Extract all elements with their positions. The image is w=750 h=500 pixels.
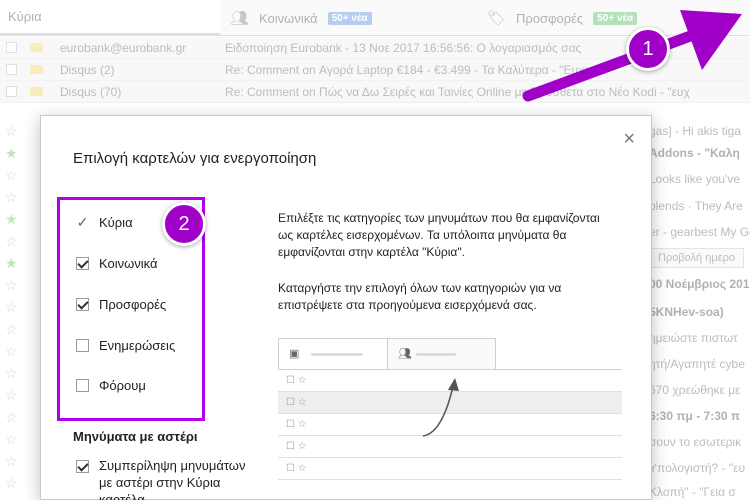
star-icon[interactable]: ☆ [5, 167, 18, 184]
row-checkbox[interactable] [6, 86, 17, 97]
star-icon[interactable]: ☆ [5, 453, 18, 470]
email-snippet: blends · They Are [649, 199, 743, 213]
tab-social[interactable]: 👥︎ Κοινωνικά 50+ νέα [230, 0, 372, 36]
close-icon[interactable]: × [623, 128, 635, 151]
tab-primary[interactable]: Κύρια [0, 0, 220, 36]
star-icon[interactable]: ☆ [5, 123, 18, 140]
email-sender: eurobank@eurobank.gr [60, 41, 187, 55]
email-snippet: ημειώστε πιστωτ [649, 331, 738, 345]
email-sender: Disqus (70) [60, 85, 122, 99]
folder-icon [30, 87, 43, 96]
star-icon[interactable]: ☆ [5, 387, 18, 404]
people-icon: 👥︎ [230, 10, 250, 27]
email-snippet: 5KNHev-soa) [649, 305, 724, 319]
email-subject: Ειδοποίηση Eurobank - 13 Νοε 2017 16:56:… [225, 41, 582, 55]
new-count-badge: 50+ νέα [327, 11, 372, 25]
email-snippet: σουν το εσωτερικ [649, 435, 742, 449]
star-icon[interactable]: ☆ [5, 321, 18, 338]
view-schedule-button[interactable]: Προβολή ημερο [645, 246, 750, 268]
email-snippet: 00 Νοέμβριος 201 [649, 277, 750, 291]
email-snippet: ητή/Αγαπητέ cybe [649, 357, 745, 371]
row-checkbox[interactable] [6, 64, 17, 75]
star-icon[interactable]: ☆ [5, 409, 18, 426]
folder-icon [30, 65, 43, 74]
email-sender: Disqus (2) [60, 63, 115, 77]
email-subject: Re: Comment on Αγορά Laptop €184 - €3.49… [225, 63, 608, 77]
email-snippet: Addons - "Καλη [649, 146, 740, 160]
dialog-title: Επιλογή καρτελών για ενεργοποίηση [73, 150, 317, 167]
star-icon[interactable]: ☆ [5, 475, 18, 492]
screenshot-root: Κύρια 👥︎ Κοινωνικά 50+ νέα 🏷︎ Προσφορές … [0, 0, 750, 500]
email-snippet: 670 χρεώθηκε με [649, 383, 741, 397]
star-icon[interactable]: ☆ [5, 431, 18, 448]
view-schedule-label: Προβολή ημερο [649, 248, 744, 268]
email-row[interactable]: Disqus (70) Re: Comment on Πώς να Δω Σει… [0, 81, 750, 103]
option-label: Συμπερίληψη μηνυμάτων με αστέρι στην Κύρ… [99, 458, 246, 500]
right-snippet-column: gas] - Hi akis tiga Addons - "Καλη Looks… [645, 115, 750, 500]
email-snippet: er - gearbest My Ge [649, 225, 750, 239]
dialog-description: Καταργήστε την επιλογή όλων των κατηγορι… [278, 281, 562, 312]
email-snippet: 6:30 πμ - 7:30 π [649, 409, 741, 423]
tag-icon: 🏷︎ [487, 10, 507, 27]
new-count-badge: 50+ νέα [593, 11, 638, 25]
add-tab-button[interactable]: + [730, 8, 739, 26]
email-snippet: Υπολογιστή? - "ευ [649, 461, 746, 475]
tab-social-label: Κοινωνικά [259, 10, 318, 26]
star-icon[interactable]: ☆ [5, 343, 18, 360]
email-subject: Re: Comment on Πώς να Δω Σειρές και Ταιν… [225, 85, 690, 99]
email-snippet: Looks like you've [649, 172, 741, 186]
star-icon[interactable]: ☆ [5, 299, 18, 316]
option-include-starred[interactable]: Συμπερίληψη μηνυμάτων με αστέρι στην Κύρ… [76, 457, 249, 500]
star-icon[interactable]: ☆ [5, 233, 18, 250]
star-column: ☆ ★ ☆ ☆ ★ ☆ ★ ☆ ☆ ☆ ☆ ☆ ☆ ☆ ☆ ☆ ☆ [0, 115, 40, 500]
include-starred-checkbox[interactable] [76, 460, 89, 473]
inbox-preview: ▣ 👥︎ ☐ ☆ ☐ ☆ ☐ ☆ ☐ ☆ ☐ ☆ [278, 338, 622, 500]
tab-promotions-label: Προσφορές [516, 10, 584, 26]
step-marker-2: 2 [162, 202, 206, 246]
tab-promotions[interactable]: 🏷︎ Προσφορές 50+ νέα [487, 0, 638, 36]
star-icon[interactable]: ☆ [5, 365, 18, 382]
folder-icon [30, 43, 43, 52]
star-icon[interactable]: ★ [5, 255, 18, 272]
starred-heading: Μηνύματα με αστέρι [73, 429, 198, 444]
step-marker-1: 1 [626, 27, 670, 71]
star-icon[interactable]: ☆ [5, 189, 18, 206]
star-icon[interactable]: ☆ [5, 277, 18, 294]
dialog-description: Επιλέξτε τις κατηγορίες των μηνυμάτων πο… [278, 211, 600, 259]
row-checkbox[interactable] [6, 42, 17, 53]
email-snippet: Κλοπή" - "Γεια σ [649, 485, 736, 499]
tab-primary-label: Κύρια [8, 9, 42, 24]
email-snippet: gas] - Hi akis tiga [649, 124, 742, 138]
preview-curved-arrow [422, 378, 459, 437]
star-icon[interactable]: ★ [5, 211, 18, 228]
star-icon[interactable]: ★ [5, 145, 18, 162]
